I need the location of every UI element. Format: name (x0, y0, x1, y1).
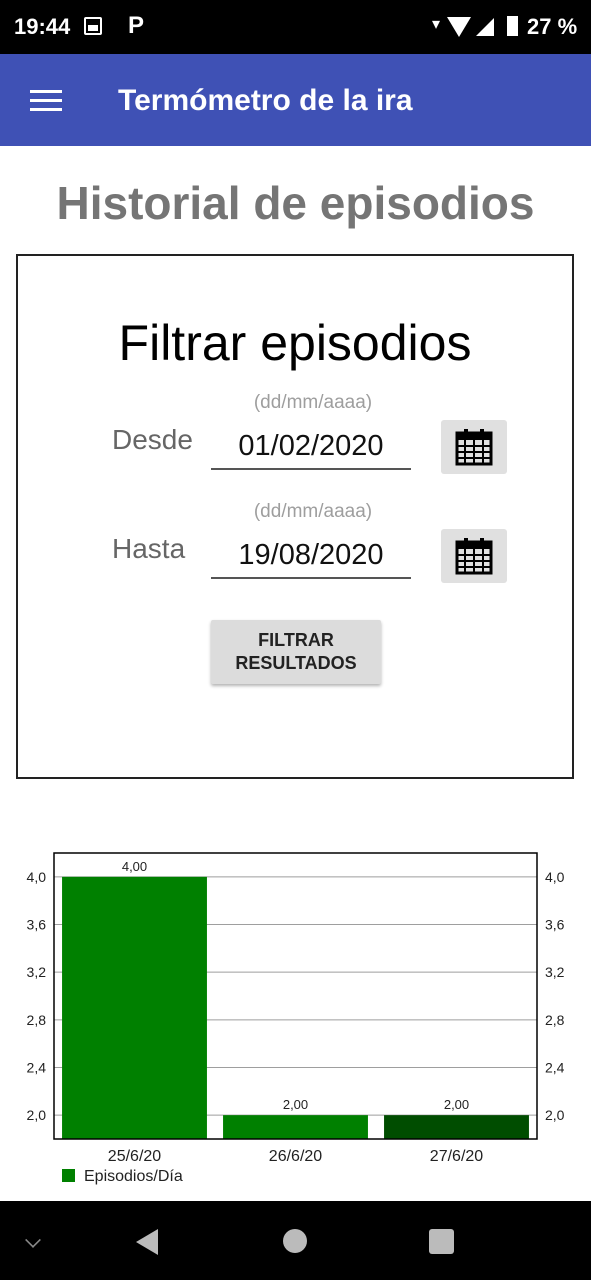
episodes-bar-chart: 2,0 2,0 2,4 2,4 2,8 2,8 3,2 3,2 3,6 3,6 4,0 4,0 4,00… (27, 852, 565, 1185)
y-tick-right: 2,8 (545, 1012, 565, 1028)
status-bar: 19:44 P ▾ 27 % (0, 0, 591, 54)
bar-value-label: 4,00 (122, 859, 147, 874)
y-tick-right: 2,0 (545, 1107, 565, 1123)
bar-value-label: 2,00 (444, 1097, 469, 1112)
calendar-icon (455, 538, 493, 575)
chart-bar (62, 876, 207, 1139)
filter-panel: Filtrar episodios (dd/mm/aaaa) Desde 01/… (16, 254, 574, 779)
y-tick-left: 3,2 (27, 964, 47, 980)
y-tick-right: 3,2 (545, 964, 565, 980)
wifi-icon (447, 17, 471, 37)
x-tick-label: 27/6/20 (430, 1148, 483, 1165)
image-icon (84, 17, 102, 35)
from-date-input[interactable]: 01/02/2020 (211, 426, 411, 470)
chart-legend: Episodios/Día (62, 1168, 183, 1185)
y-tick-left: 2,8 (27, 1012, 47, 1028)
y-tick-right: 4,0 (545, 869, 565, 885)
y-tick-right: 3,6 (545, 917, 565, 933)
from-date-label: Desde (112, 424, 193, 455)
legend-label: Episodios/Día (84, 1168, 183, 1185)
system-nav-bar (0, 1201, 591, 1280)
data-arrow-icon: ▾ (432, 16, 441, 33)
app-title: Termómetro de la ira (118, 84, 413, 117)
chart-bar (223, 1115, 368, 1139)
calendar-icon (455, 429, 493, 466)
y-tick-left: 4,0 (27, 869, 47, 885)
to-date-label: Hasta (112, 533, 186, 564)
x-tick-label: 26/6/20 (269, 1148, 322, 1165)
app-bar: Termómetro de la ira (0, 54, 591, 146)
filter-button-line2: RESULTADOS (235, 653, 357, 673)
y-tick-left: 3,6 (27, 917, 47, 933)
filter-title: Filtrar episodios (118, 315, 472, 371)
from-date-hint: (dd/mm/aaaa) (253, 392, 373, 413)
y-tick-left: 2,4 (27, 1060, 47, 1076)
battery-icon (507, 16, 518, 36)
filter-button-line1: FILTRAR (258, 630, 334, 650)
status-time: 19:44 (14, 14, 71, 39)
back-icon[interactable] (136, 1229, 158, 1255)
legend-swatch (62, 1169, 75, 1182)
battery-percent: 27 % (527, 14, 578, 39)
page-title: Historial de episodios (56, 177, 535, 229)
home-icon[interactable] (283, 1229, 307, 1253)
filter-results-button[interactable]: FILTRAR RESULTADOS (211, 620, 381, 684)
menu-icon[interactable] (30, 90, 62, 112)
to-date-picker-button[interactable] (441, 529, 507, 583)
p-icon: P (128, 12, 145, 39)
bar-value-label: 2,00 (283, 1097, 308, 1112)
y-tick-left: 2,0 (27, 1107, 47, 1123)
chevron-down-icon[interactable] (25, 1232, 41, 1248)
y-tick-right: 2,4 (545, 1060, 565, 1076)
to-date-hint: (dd/mm/aaaa) (253, 501, 373, 522)
x-tick-label: 25/6/20 (108, 1148, 161, 1165)
to-date-input[interactable]: 19/08/2020 (211, 535, 411, 579)
signal-icon (476, 18, 494, 36)
recents-icon[interactable] (429, 1229, 454, 1254)
chart-bar (384, 1115, 529, 1139)
from-date-picker-button[interactable] (441, 420, 507, 474)
